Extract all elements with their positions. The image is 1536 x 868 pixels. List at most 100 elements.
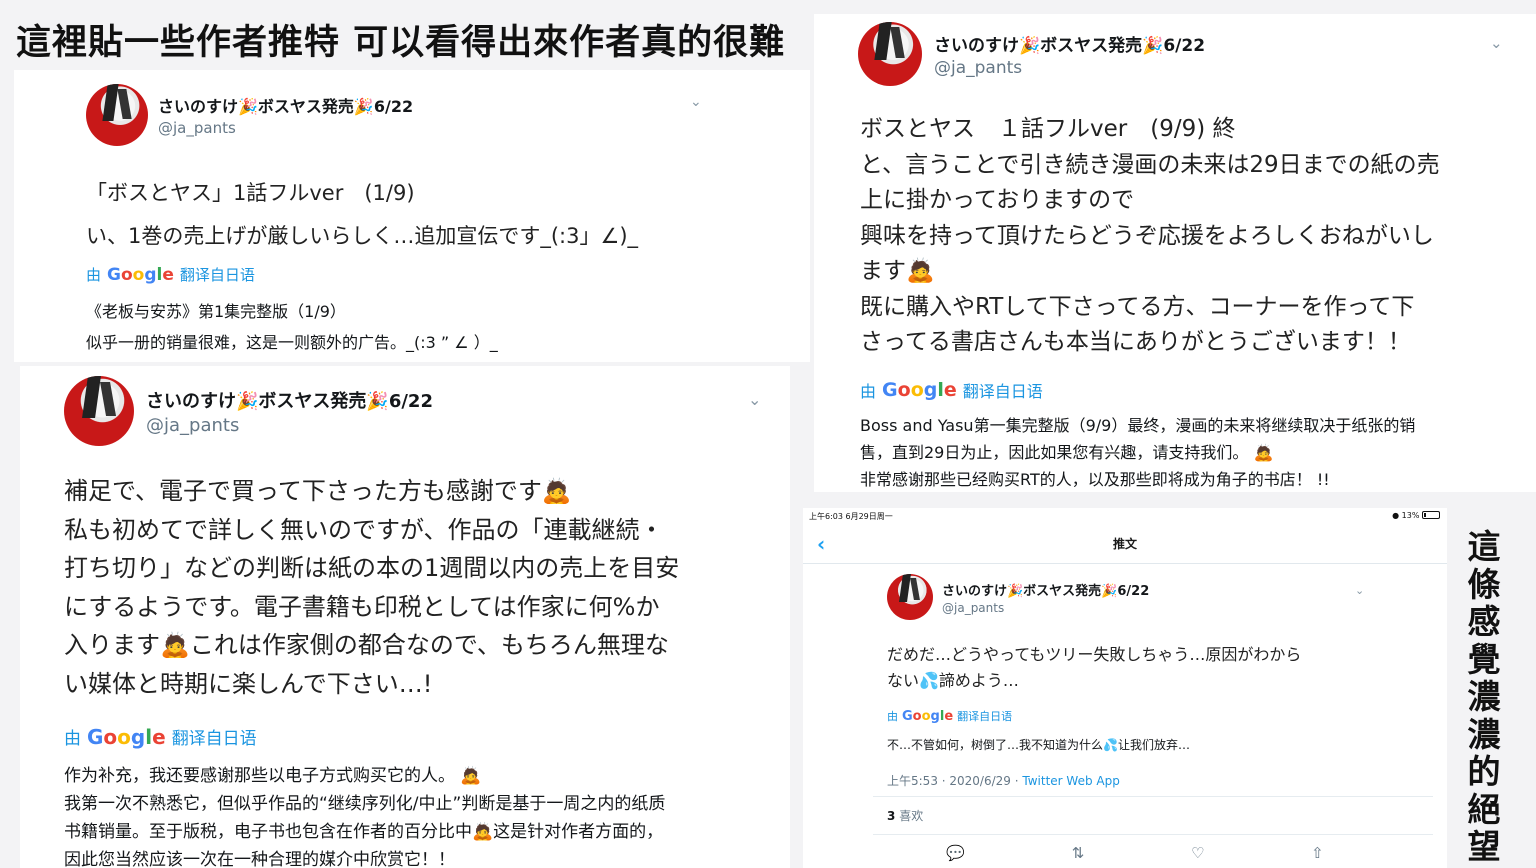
status-battery: ● 13% [1392, 511, 1440, 524]
author-name[interactable]: さいのすけ🎉ボスヤス発売🎉6/22 [934, 31, 1205, 56]
translation-line: 非常感谢那些已经购买RT的人，以及那些即将成为角子的书店！ !! [860, 470, 1330, 489]
chevron-down-icon[interactable]: ⌄ [1490, 34, 1503, 52]
caption-char: 覺 [1467, 639, 1501, 679]
author-name[interactable]: さいのすけ🎉ボスヤス発売🎉6/22 [158, 93, 413, 117]
translation-line: 作为补充，我还要感谢那些以电子方式购买它的人。 🙇 [64, 766, 482, 786]
translation-text: Boss and Yasu第一集完整版（9/9）最终，漫画的未来将继续取决于纸张… [860, 412, 1415, 492]
tweet-text-line: 私も初めてで詳しく無いのですが、作品の「連載継続・ [64, 515, 664, 544]
tweet-card-3: さいのすけ🎉ボスヤス発売🎉6/22 @ja_pants ⌄ ボスとヤス １話フル… [814, 14, 1536, 492]
tweet-card-2: さいのすけ🎉ボスヤス発売🎉6/22 @ja_pants ⌄ 補足で、電子で買って… [20, 366, 790, 868]
wifi-icon: ● [1392, 511, 1400, 520]
likes-label[interactable]: 喜欢 [899, 809, 923, 823]
likes-count[interactable]: 3 [887, 809, 895, 823]
author-handle[interactable]: @ja_pants [942, 601, 1149, 615]
author-handle[interactable]: @ja_pants [158, 119, 413, 137]
tweet-text: だめだ…どうやってもツリー失敗しちゃう…原因がわから ない💦諦めよう… [887, 642, 1301, 694]
tweet-header: さいのすけ🎉ボスヤス発売🎉6/22 @ja_pants [86, 84, 413, 146]
tweet-text-line: と、言うことで引き続き漫画の未来は29日までの紙の売 [860, 151, 1440, 178]
translate-prefix: 由 [887, 710, 898, 723]
translate-prefix: 由 [86, 266, 102, 284]
translation-line: 因此您当然应该一次在一种合理的媒介中欣赏它！！ [64, 850, 455, 868]
back-arrow-icon[interactable]: ‹ [817, 532, 825, 556]
chevron-down-icon[interactable]: ⌄ [1355, 584, 1364, 597]
retweet-icon[interactable]: ⇅ [1072, 844, 1085, 862]
caption-char: 的 [1467, 752, 1501, 791]
tweet-text-line: い媒体と時期に楽しんで下さい…! [64, 669, 433, 698]
tweet-text: 補足で、電子で買って下さった方も感謝です🙇 私も初めてで詳しく無いのですが、作品… [64, 472, 679, 703]
chevron-down-icon[interactable]: ⌄ [690, 94, 702, 110]
tweet-time: 上午5:53 · 2020/6/29 · [887, 774, 1023, 788]
author-handle[interactable]: @ja_pants [934, 58, 1205, 78]
tweet-card-1: さいのすけ🎉ボスヤス発売🎉6/22 @ja_pants ⌄ 「ボスとヤス」1話フ… [14, 70, 810, 362]
tweet-text-line: さってる書店さんも本当にありがとうございます！！ [860, 329, 1411, 355]
tweet-text-line: にするようです。電子書籍も印税としては作家に何%か [64, 592, 660, 621]
status-time: 上午6:03 6月29日周一 [809, 512, 893, 521]
translate-link[interactable]: 由 Google 翻译自日语 [86, 264, 255, 285]
translate-label: 翻译自日语 [962, 382, 1043, 401]
nav-bar: ‹ 推文 [803, 524, 1447, 564]
reply-icon[interactable]: 💬 [946, 844, 965, 862]
tweet-source-link[interactable]: Twitter Web App [1022, 774, 1119, 788]
tweet-text-line: だめだ…どうやってもツリー失敗しちゃう…原因がわから [887, 645, 1302, 664]
translation-text: 作为补充，我还要感谢那些以电子方式购买它的人。 🙇 我第一次不熟悉它，但似乎作品… [64, 762, 665, 868]
avatar[interactable] [86, 84, 148, 146]
translate-link[interactable]: 由 Google 翻译自日语 [887, 708, 1012, 724]
tweet-stats: 3 喜欢 [873, 796, 1433, 835]
translation-line: 《老板与安苏》第1集完整版（1/9） [86, 302, 346, 321]
author-name[interactable]: さいのすけ🎉ボスヤス発売🎉6/22 [942, 580, 1149, 599]
tweet-text: 「ボスとヤス」1話フルver (1/9) い、1巻の売上げが厳しいらしく…追加宣… [86, 172, 638, 258]
battery-icon [1422, 511, 1440, 519]
translate-label: 翻译自日语 [171, 729, 257, 749]
tweet-text-line: ボスとヤス １話フルver (9/9) 終 [860, 116, 1236, 142]
caption-char: 絕 [1467, 789, 1501, 829]
translation-line: 售，直到29日为止，因此如果您有兴趣，请支持我们。 🙇 [860, 443, 1274, 462]
tweet-timestamp: 上午5:53 · 2020/6/29 · Twitter Web App [887, 772, 1120, 789]
translation-line: 书籍销量。至于版税，电子书也包含在作者的百分比中🙇这是针对作者方面的， [64, 822, 664, 842]
tweet-text-line: 補足で、電子で買って下さった方も感謝です🙇 [64, 477, 572, 505]
translate-prefix: 由 [860, 382, 877, 401]
avatar[interactable] [887, 574, 933, 620]
translate-link[interactable]: 由 Google 翻译自日语 [64, 724, 257, 750]
translate-link[interactable]: 由 Google 翻译自日语 [860, 378, 1043, 402]
caption-char: 條 [1467, 564, 1501, 604]
caption-char: 這 [1467, 527, 1501, 566]
tweet-header: さいのすけ🎉ボスヤス発売🎉6/22 @ja_pants [887, 574, 1149, 620]
tweet-text-line: い、1巻の売上げが厳しいらしく…追加宣伝です_(:3」∠)_ [86, 224, 639, 248]
tweet-text-line: 打ち切り」などの判断は紙の本の1週間以内の売上を目安 [64, 554, 680, 582]
chevron-down-icon[interactable]: ⌄ [748, 390, 761, 409]
tweet-header: さいのすけ🎉ボスヤス発売🎉6/22 @ja_pants [64, 376, 433, 446]
translation-line: 似乎一册的销量很难，这是一则额外的广告。_(:3 ” ∠ ）_ [86, 333, 498, 352]
google-logo: Google [902, 708, 954, 724]
tweet-text-line: 上に掛かっておりますので [860, 187, 1135, 213]
tweet-actions: 💬 ⇅ ♡ ⇧ [803, 844, 1447, 862]
google-logo: Google [87, 724, 166, 749]
translation-line: Boss and Yasu第一集完整版（9/9）最终，漫画的未来将继续取决于纸张… [860, 416, 1416, 435]
caption-char: 濃 [1467, 714, 1501, 754]
google-logo: Google [882, 379, 957, 401]
share-icon[interactable]: ⇧ [1311, 844, 1324, 862]
avatar[interactable] [64, 376, 134, 446]
status-bar: 上午6:03 6月29日周一 ● 13% [803, 508, 1447, 524]
page-headline: 這裡貼一些作者推特 可以看得出來作者真的很難 [16, 23, 786, 63]
translate-label: 翻译自日语 [179, 266, 255, 284]
tweet-text-line: 興味を持って頂けたらどうぞ応援をよろしくおねがいし [860, 222, 1434, 249]
translate-prefix: 由 [64, 729, 81, 749]
tweet-card-4-screenshot: 上午6:03 6月29日周一 ● 13% ‹ 推文 さいのすけ🎉ボスヤス発売🎉6… [803, 508, 1447, 868]
tweet-text-line: 既に購入やRTして下さってる方、コーナーを作って下 [860, 293, 1415, 320]
tweet-text-line: 入ります🙇これは作家側の都合なので、もちろん無理な [64, 631, 669, 659]
author-handle[interactable]: @ja_pants [146, 415, 433, 436]
caption-char: 感 [1467, 602, 1501, 641]
tweet-text-line: 「ボスとヤス」1話フルver (1/9) [86, 181, 415, 205]
heart-icon[interactable]: ♡ [1191, 844, 1204, 862]
battery-percent: 13% [1401, 511, 1420, 520]
avatar[interactable] [858, 22, 922, 86]
vertical-caption: 這 條 感 覺 濃 濃 的 絕 望 [1462, 528, 1506, 866]
google-logo: Google [107, 264, 174, 285]
caption-char: 望 [1467, 827, 1501, 866]
tweet-text-line: ない💦諦めよう… [887, 671, 1019, 690]
translation-text: 《老板与安苏》第1集完整版（1/9） 似乎一册的销量很难，这是一则额外的广告。_… [86, 296, 498, 358]
nav-title: 推文 [1112, 537, 1137, 551]
author-name[interactable]: さいのすけ🎉ボスヤス発売🎉6/22 [146, 387, 433, 413]
caption-char: 濃 [1467, 677, 1501, 716]
translate-label: 翻译自日语 [957, 710, 1013, 723]
